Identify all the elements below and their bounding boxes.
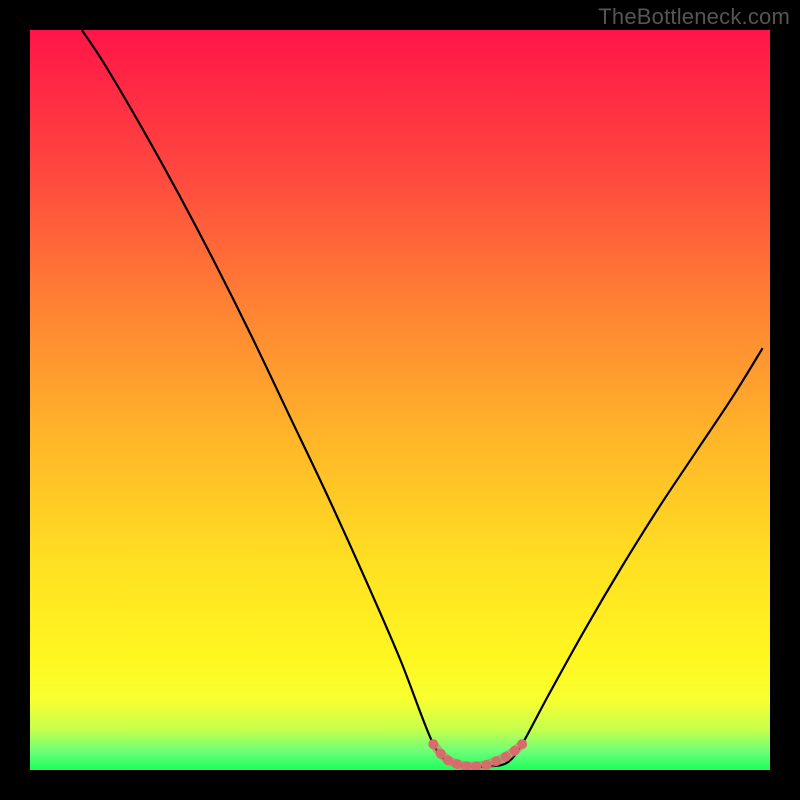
optimal-dot bbox=[501, 752, 511, 762]
optimal-dot bbox=[443, 755, 453, 765]
page-root: TheBottleneck.com bbox=[0, 0, 800, 800]
optimal-dot bbox=[436, 749, 446, 759]
optimal-dot bbox=[510, 746, 520, 756]
optimal-dot bbox=[452, 759, 462, 769]
optimal-dot bbox=[517, 739, 527, 749]
watermark-text: TheBottleneck.com bbox=[598, 4, 790, 30]
optimal-dot bbox=[491, 756, 501, 766]
optimal-dot bbox=[482, 760, 492, 770]
optimal-dot bbox=[428, 739, 438, 749]
bottleneck-chart bbox=[30, 30, 770, 770]
chart-container bbox=[30, 30, 770, 770]
